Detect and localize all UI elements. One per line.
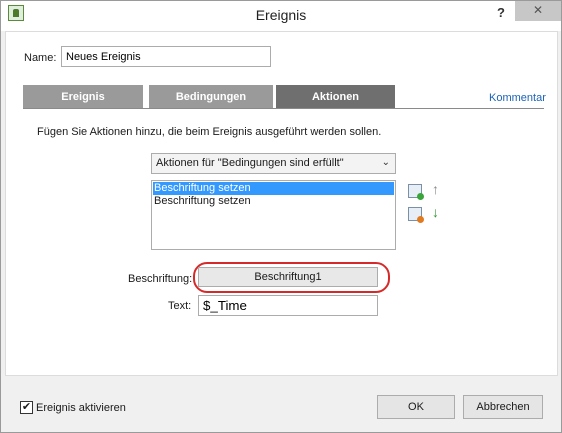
titlebar: Ereignis ? ✕: [1, 1, 561, 31]
tab-ereignis[interactable]: Ereignis: [23, 85, 143, 109]
actions-description: Fügen Sie Aktionen hinzu, die beim Ereig…: [37, 126, 382, 138]
comment-link[interactable]: Kommentar: [489, 92, 546, 104]
text-input[interactable]: [198, 295, 378, 316]
dropdown-selected-value: Aktionen für "Bedingungen sind erfüllt": [156, 157, 344, 169]
activate-checkbox[interactable]: ✔: [20, 401, 33, 414]
text-label: Text:: [168, 300, 192, 312]
move-down-icon[interactable]: ↓: [432, 204, 439, 220]
tab-divider: [23, 108, 544, 109]
add-badge-icon: [417, 193, 424, 200]
ok-button[interactable]: OK: [377, 395, 455, 419]
add-action-icon[interactable]: [408, 184, 424, 200]
tab-bedingungen[interactable]: Bedingungen: [149, 85, 273, 109]
chevron-down-icon: ⌄: [381, 157, 390, 168]
list-item[interactable]: Beschriftung setzen: [153, 195, 394, 208]
activate-checkbox-label[interactable]: Ereignis aktivieren: [36, 402, 126, 414]
dialog-content: Name: Ereignis Bedingungen Aktionen Komm…: [5, 31, 558, 376]
remove-action-icon[interactable]: [408, 207, 424, 223]
window-title: Ereignis: [255, 7, 307, 23]
dialog-window: Ereignis ? ✕ Name: Ereignis Bedingungen …: [0, 0, 562, 433]
cancel-button[interactable]: Abbrechen: [463, 395, 543, 419]
name-input[interactable]: [61, 46, 271, 67]
help-button[interactable]: ?: [491, 4, 511, 24]
move-up-icon[interactable]: ↑: [432, 181, 439, 197]
close-button[interactable]: ✕: [515, 1, 561, 21]
actions-listbox[interactable]: Beschriftung setzen Beschriftung setzen: [151, 180, 396, 250]
remove-badge-icon: [417, 216, 424, 223]
beschriftung-label: Beschriftung:: [128, 273, 193, 285]
list-item[interactable]: Beschriftung setzen: [153, 182, 394, 195]
name-label: Name:: [24, 52, 57, 64]
tab-aktionen[interactable]: Aktionen: [276, 85, 395, 109]
beschriftung-button[interactable]: Beschriftung1: [198, 267, 378, 287]
actions-dropdown[interactable]: Aktionen für "Bedingungen sind erfüllt" …: [151, 153, 396, 174]
